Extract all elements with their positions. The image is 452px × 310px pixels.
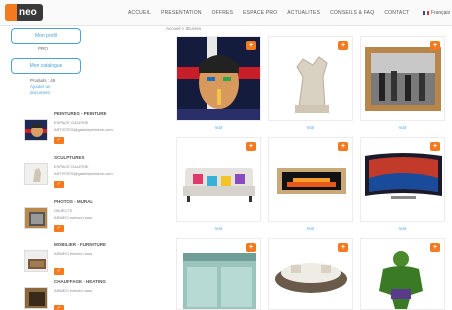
flag-fr-icon bbox=[422, 10, 429, 15]
seller-thumbnail bbox=[24, 287, 48, 309]
seller-tag[interactable]: ✓ bbox=[54, 137, 64, 144]
logo-mark bbox=[5, 4, 17, 21]
product-tile-hand-sculpture[interactable]: + bbox=[268, 36, 353, 121]
nav-item-offres[interactable]: OFFRES bbox=[212, 9, 233, 19]
seller-line: ESPACE GALERIE bbox=[54, 120, 89, 125]
nav-item-espace-pro[interactable]: ESPACE PRO bbox=[243, 9, 277, 19]
tile-link[interactable]: Voir bbox=[176, 125, 261, 131]
my-catalog-button[interactable]: Mon catalogue bbox=[11, 58, 81, 74]
nav-item-presentation[interactable]: PRESENTATION bbox=[161, 9, 202, 19]
add-badge[interactable]: + bbox=[246, 142, 256, 151]
breadcrumb[interactable]: Accueil > Œuvres bbox=[166, 26, 201, 32]
seller-title: PHOTOS - MURAL bbox=[54, 199, 94, 204]
product-tile-television[interactable]: + bbox=[360, 137, 445, 222]
add-badge[interactable]: + bbox=[338, 243, 348, 252]
nav-item-accueil[interactable]: ACCUEIL bbox=[128, 9, 151, 19]
nav-item-conseils[interactable]: CONSEILS & FAQ bbox=[330, 9, 374, 19]
seller-title: SCULPTURES bbox=[54, 155, 85, 160]
add-badge[interactable]: + bbox=[246, 243, 256, 252]
product-tile-sofa[interactable]: + bbox=[176, 137, 261, 222]
seller-line: ARMEO ecrivez nous bbox=[54, 251, 93, 256]
tile-link[interactable]: Voir bbox=[176, 226, 261, 232]
seller-line: ARMEO ecrivez nous bbox=[54, 215, 93, 220]
seller-tag[interactable]: ✓ bbox=[54, 268, 64, 275]
product-tile-pop-art-portrait[interactable]: + bbox=[176, 36, 261, 121]
seller-tag[interactable]: ✓ bbox=[54, 305, 64, 310]
tile-link[interactable]: Voir bbox=[268, 125, 353, 131]
nav-item-contact[interactable]: CONTACT bbox=[384, 9, 409, 19]
main-nav: ACCUEIL PRESENTATION OFFRES ESPACE PRO A… bbox=[128, 9, 410, 19]
language-selector[interactable]: Français bbox=[422, 9, 450, 17]
seller-thumbnail bbox=[24, 207, 48, 229]
add-badge[interactable]: + bbox=[338, 142, 348, 151]
my-profile-button[interactable]: Mon profil bbox=[11, 28, 81, 44]
site-logo[interactable]: neo bbox=[5, 4, 43, 21]
product-tile-range-cooker[interactable]: + bbox=[176, 238, 261, 310]
seller-item[interactable]: SCULPTURES ESPACE GALERIE ARTISTES@galer… bbox=[22, 155, 157, 193]
seller-title: PEINTURES - PEINTURE bbox=[54, 111, 107, 116]
tile-link[interactable]: Voir bbox=[268, 226, 353, 232]
seller-line: OBJECTS bbox=[54, 208, 73, 213]
language-label: Français bbox=[430, 10, 450, 16]
logo-text: neo bbox=[19, 7, 37, 18]
seller-line: ARMEO ecrivez nous bbox=[54, 288, 93, 293]
seller-item[interactable]: CHAUFFAGE - HEATING ARMEO ecrivez nous ✓ bbox=[22, 279, 157, 310]
product-tile-round-sofa[interactable]: + bbox=[268, 238, 353, 310]
seller-item[interactable]: MOBILIER - FURNITURE ARMEO ecrivez nous … bbox=[22, 242, 157, 280]
seller-line: ARTISTES@galeriepeinture.com bbox=[54, 127, 113, 132]
seller-thumbnail bbox=[24, 119, 48, 141]
nav-item-actualites[interactable]: ACTUALITES bbox=[287, 9, 320, 19]
product-tile-hulk-figure[interactable]: + bbox=[360, 238, 445, 310]
seller-line: ESPACE GALERIE bbox=[54, 164, 89, 169]
profile-sub-label: PRO bbox=[38, 46, 48, 51]
product-tile-framed-photo[interactable]: + bbox=[360, 36, 445, 121]
add-badge[interactable]: + bbox=[430, 142, 440, 151]
seller-tag[interactable]: ✓ bbox=[54, 225, 64, 232]
sidebar: Mon profil PRO Mon catalogue Produits : … bbox=[0, 26, 162, 310]
add-badge[interactable]: + bbox=[338, 41, 348, 50]
tile-link[interactable]: Voir bbox=[360, 125, 445, 131]
seller-line: ARTISTES@galeriepeinture.com bbox=[54, 171, 113, 176]
top-bar: neo ACCUEIL PRESENTATION OFFRES ESPACE P… bbox=[0, 0, 452, 26]
add-document-link-2[interactable]: document bbox=[30, 90, 50, 96]
add-badge[interactable]: + bbox=[246, 41, 256, 50]
seller-item[interactable]: PEINTURES - PEINTURE ESPACE GALERIE ARTI… bbox=[22, 111, 157, 149]
add-badge[interactable]: + bbox=[430, 41, 440, 50]
tile-link[interactable]: Voir bbox=[360, 226, 445, 232]
seller-title: MOBILIER - FURNITURE bbox=[54, 242, 106, 247]
add-badge[interactable]: + bbox=[430, 243, 440, 252]
seller-item[interactable]: PHOTOS - MURAL OBJECTS ARMEO ecrivez nou… bbox=[22, 199, 157, 237]
seller-tag[interactable]: ✓ bbox=[54, 181, 64, 188]
product-tile-fireplace[interactable]: + bbox=[268, 137, 353, 222]
seller-title: CHAUFFAGE - HEATING bbox=[54, 279, 106, 284]
seller-thumbnail bbox=[24, 250, 48, 272]
seller-thumbnail bbox=[24, 163, 48, 185]
